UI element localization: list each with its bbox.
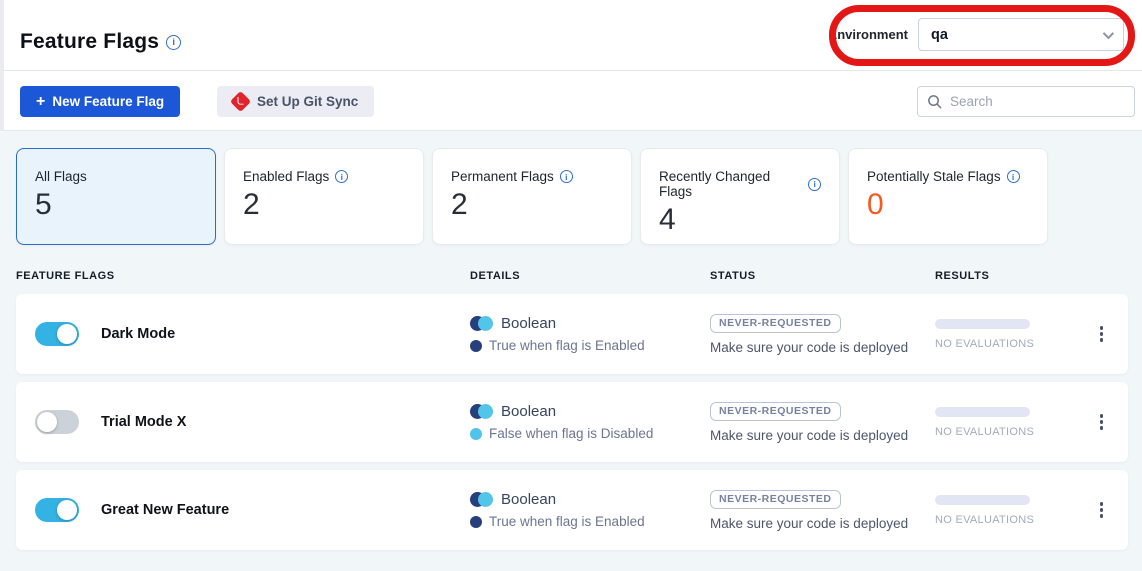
status-message: Make sure your code is deployed [710,428,935,443]
flag-name[interactable]: Trial Mode X [101,414,186,430]
boolean-type-icon [470,492,493,507]
stat-value: 0 [867,188,1029,222]
results-placeholder-bar [935,495,1030,505]
set-up-git-sync-button[interactable]: Set Up Git Sync [217,86,374,117]
stat-value: 4 [659,203,821,237]
value-type: Boolean [501,315,556,332]
row-menu-kebab-icon[interactable] [1094,320,1110,348]
stat-card-recently-changed-flags[interactable]: Recently Changed Flags i 4 [640,148,840,245]
stat-card-all-flags[interactable]: All Flags 5 [16,148,216,245]
table-row-trial-mode-x[interactable]: Trial Mode X Boolean False when flag is … [16,382,1128,462]
stat-label: All Flags [35,169,87,184]
results-label: NO EVALUATIONS [935,514,1075,526]
column-header-status: STATUS [710,270,935,282]
stat-label: Potentially Stale Flags [867,169,1001,184]
default-rule: True when flag is Enabled [489,514,645,529]
info-icon[interactable]: i [560,170,573,183]
table-row-dark-mode[interactable]: Dark Mode Boolean True when flag is Enab… [16,294,1128,374]
value-type: Boolean [501,403,556,420]
new-feature-flag-button[interactable]: + New Feature Flag [20,86,180,117]
table-header: FEATURE FLAGS DETAILS STATUS RESULTS [16,270,1128,282]
info-icon[interactable]: i [335,170,348,183]
status-message: Make sure your code is deployed [710,516,935,531]
search-box [917,86,1135,117]
environment-label: Environment [829,27,908,42]
stat-label: Recently Changed Flags [659,169,802,199]
plus-icon: + [36,94,45,110]
flag-name[interactable]: Great New Feature [101,502,229,518]
results-placeholder-bar [935,319,1030,329]
column-header-details: DETAILS [470,270,710,282]
flag-toggle[interactable] [35,498,79,522]
flag-toggle[interactable] [35,410,79,434]
info-icon[interactable]: i [1007,170,1020,183]
stat-card-potentially-stale-flags[interactable]: Potentially Stale Flags i 0 [848,148,1048,245]
column-header-feature-flags: FEATURE FLAGS [16,270,470,282]
rule-dot-icon [470,428,482,440]
stat-card-permanent-flags[interactable]: Permanent Flags i 2 [432,148,632,245]
default-rule: True when flag is Enabled [489,338,645,353]
value-type: Boolean [501,491,556,508]
rule-dot-icon [470,516,482,528]
flag-rows: Dark Mode Boolean True when flag is Enab… [16,294,1128,558]
main-content: All Flags 5 Enabled Flags i 2 Permanent … [0,131,1142,571]
default-rule: False when flag is Disabled [489,426,653,441]
stat-value: 2 [243,188,405,222]
flag-toggle[interactable] [35,322,79,346]
stat-value: 2 [451,188,613,222]
status-badge: NEVER-REQUESTED [710,402,841,421]
table-row-great-new-feature[interactable]: Great New Feature Boolean True when flag… [16,470,1128,550]
status-badge: NEVER-REQUESTED [710,314,841,333]
flag-name[interactable]: Dark Mode [101,326,175,342]
boolean-type-icon [470,404,493,419]
stat-label: Enabled Flags [243,169,329,184]
chevron-down-icon [1103,27,1114,38]
environment-dropdown[interactable]: qa [918,18,1124,51]
boolean-type-icon [470,316,493,331]
git-icon [230,91,251,112]
stat-label: Permanent Flags [451,169,554,184]
row-menu-kebab-icon[interactable] [1094,408,1110,436]
title-info-icon[interactable]: i [166,35,181,50]
environment-selector-group: Environment qa [829,18,1124,51]
info-icon[interactable]: i [808,178,821,191]
git-sync-label: Set Up Git Sync [257,94,358,109]
results-label: NO EVALUATIONS [935,426,1075,438]
rule-dot-icon [470,340,482,352]
sidebar-edge [0,0,4,131]
toolbar: + New Feature Flag Set Up Git Sync [4,72,1142,131]
page-header: Feature Flags i Environment qa [4,0,1142,71]
page-title: Feature Flags [20,30,159,54]
column-header-results: RESULTS [935,270,1075,282]
search-input[interactable] [917,86,1135,117]
results-placeholder-bar [935,407,1030,417]
status-badge: NEVER-REQUESTED [710,490,841,509]
stat-value: 5 [35,188,197,222]
stat-cards: All Flags 5 Enabled Flags i 2 Permanent … [16,148,1048,245]
status-message: Make sure your code is deployed [710,340,935,355]
stat-card-enabled-flags[interactable]: Enabled Flags i 2 [224,148,424,245]
search-icon [927,94,942,109]
results-label: NO EVALUATIONS [935,338,1075,350]
environment-value: qa [931,27,948,43]
row-menu-kebab-icon[interactable] [1094,496,1110,524]
feature-flags-page: Feature Flags i Environment qa + New Fea… [0,0,1142,571]
new-feature-flag-label: New Feature Flag [52,94,164,109]
